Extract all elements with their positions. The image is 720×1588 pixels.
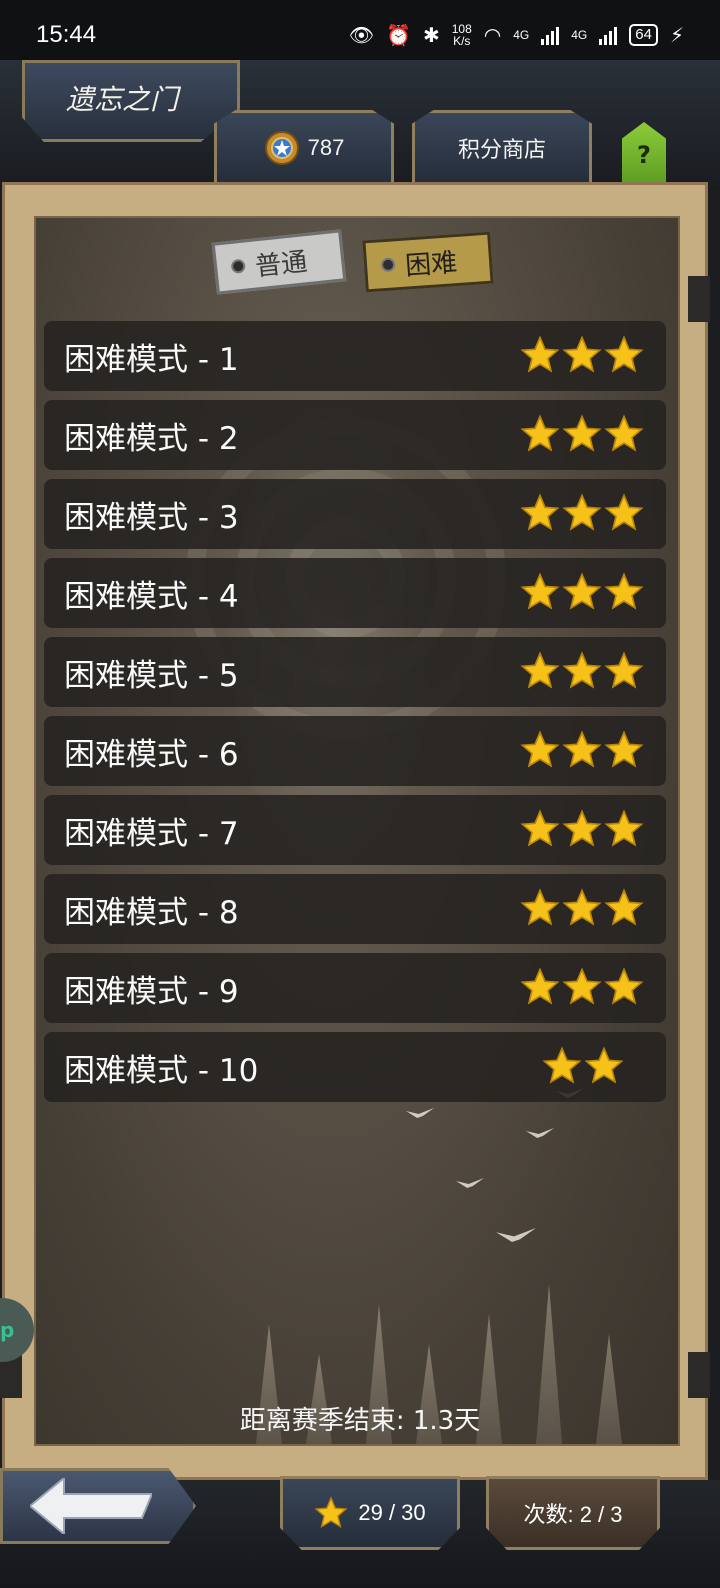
level-name: 困难模式 - 3 bbox=[64, 499, 239, 536]
bluetooth-icon: ✱ bbox=[422, 23, 440, 47]
level-name: 困难模式 - 8 bbox=[64, 894, 239, 931]
star-icon bbox=[604, 493, 644, 531]
network-speed-unit: K/s bbox=[453, 34, 471, 48]
star-icon bbox=[562, 572, 602, 610]
page-title: 遗忘之门 bbox=[66, 83, 179, 116]
season-countdown: 距离赛季结束: 1.3天 bbox=[239, 1406, 481, 1436]
bird bbox=[406, 1108, 434, 1118]
tab-hard-label: 困难 bbox=[404, 247, 459, 282]
level-name: 困难模式 - 9 bbox=[64, 973, 239, 1010]
level-name: 困难模式 - 7 bbox=[64, 815, 239, 852]
points-shop-label: 积分商店 bbox=[457, 137, 546, 162]
level-row[interactable]: 困难模式 - 9 bbox=[44, 953, 666, 1023]
level-row[interactable]: 困难模式 - 7 bbox=[44, 795, 666, 865]
network-speed: 108 K/s bbox=[452, 23, 472, 47]
medal-icon bbox=[264, 131, 299, 165]
star-icon bbox=[562, 414, 602, 452]
star-icon bbox=[604, 651, 644, 689]
level-row[interactable]: 困难模式 - 8 bbox=[44, 874, 666, 944]
level-name: 困难模式 - 2 bbox=[64, 420, 239, 457]
star-icon bbox=[314, 1496, 348, 1528]
points-value: 787 bbox=[307, 135, 345, 160]
star-icon bbox=[604, 414, 644, 452]
star-icon bbox=[562, 967, 602, 1005]
battery-icon: 64 bbox=[629, 24, 658, 46]
level-name: 困难模式 - 4 bbox=[64, 578, 239, 615]
star-icon bbox=[542, 1046, 582, 1084]
frame-notch bbox=[688, 1352, 710, 1398]
help-icon: ? bbox=[637, 141, 651, 169]
level-name: 困难模式 - 10 bbox=[64, 1052, 259, 1089]
star-icon bbox=[562, 730, 602, 768]
status-icons: 👁 ⏰ ✱ 108 K/s ◠ 4G 4G 64 ⚡ bbox=[349, 23, 684, 47]
level-row[interactable]: 困难模式 - 5 bbox=[44, 637, 666, 707]
star-icon bbox=[562, 493, 602, 531]
star-icon bbox=[520, 809, 560, 847]
bird bbox=[456, 1178, 484, 1188]
star-rating bbox=[520, 414, 644, 454]
attempts-display: 次数: 2 / 3 bbox=[486, 1476, 660, 1550]
star-icon bbox=[604, 572, 644, 610]
network-type-2: 4G bbox=[571, 28, 588, 42]
star-rating bbox=[520, 572, 644, 612]
star-total-display: 29 / 30 bbox=[280, 1476, 460, 1550]
eye-icon: 👁 bbox=[348, 23, 375, 47]
star-icon bbox=[604, 888, 644, 926]
star-icon bbox=[520, 414, 560, 452]
star-icon bbox=[562, 335, 602, 373]
bird bbox=[496, 1228, 536, 1242]
star-icon bbox=[562, 888, 602, 926]
star-rating bbox=[520, 730, 644, 770]
tab-normal-indicator bbox=[230, 258, 246, 274]
frame-notch bbox=[688, 276, 710, 322]
level-name: 困难模式 - 1 bbox=[64, 341, 239, 378]
level-row[interactable]: 困难模式 - 2 bbox=[44, 400, 666, 470]
star-icon bbox=[520, 335, 560, 373]
star-rating bbox=[520, 651, 644, 691]
star-icon bbox=[604, 335, 644, 373]
star-rating bbox=[520, 493, 644, 533]
bird bbox=[526, 1128, 554, 1138]
star-icon bbox=[520, 730, 560, 768]
level-row[interactable]: 困难模式 - 6 bbox=[44, 716, 666, 786]
status-time: 15:44 bbox=[36, 21, 97, 48]
level-row[interactable]: 困难模式 - 4 bbox=[44, 558, 666, 628]
tab-hard-indicator bbox=[380, 257, 396, 273]
star-icon bbox=[562, 809, 602, 847]
star-rating bbox=[520, 967, 644, 1007]
star-total-value: 29 / 30 bbox=[358, 1500, 426, 1525]
back-arrow-icon bbox=[30, 1478, 152, 1534]
star-icon bbox=[520, 572, 560, 610]
level-row[interactable]: 困难模式 - 1 bbox=[44, 321, 666, 391]
star-icon bbox=[520, 967, 560, 1005]
charging-icon: ⚡ bbox=[669, 23, 684, 47]
level-row[interactable]: 困难模式 - 3 bbox=[44, 479, 666, 549]
level-name: 困难模式 - 6 bbox=[64, 736, 239, 773]
wifi-icon: ◠ bbox=[483, 23, 502, 47]
side-floating-button-label: p bbox=[0, 1318, 15, 1342]
tab-hard[interactable]: 困难 bbox=[362, 231, 494, 293]
star-icon bbox=[520, 888, 560, 926]
star-icon bbox=[604, 730, 644, 768]
signal-icon bbox=[541, 25, 560, 45]
star-icon bbox=[604, 967, 644, 1005]
tab-normal-label: 普通 bbox=[253, 246, 309, 282]
star-icon bbox=[520, 651, 560, 689]
network-type-1: 4G bbox=[513, 28, 530, 42]
star-icon bbox=[520, 493, 560, 531]
points-shop-button[interactable]: 积分商店 bbox=[412, 110, 592, 186]
points-display: 787 bbox=[214, 110, 394, 186]
attempts-value: 次数: 2 / 3 bbox=[523, 1502, 623, 1527]
star-icon bbox=[584, 1046, 624, 1084]
level-row[interactable]: 困难模式 - 10 bbox=[44, 1032, 666, 1102]
alarm-icon: ⏰ bbox=[386, 23, 411, 47]
star-icon bbox=[562, 651, 602, 689]
star-icon bbox=[604, 809, 644, 847]
star-rating bbox=[520, 809, 644, 849]
star-rating bbox=[542, 1046, 624, 1086]
signal-icon-2 bbox=[599, 25, 618, 45]
level-name: 困难模式 - 5 bbox=[64, 657, 239, 694]
star-rating bbox=[520, 888, 644, 928]
star-rating bbox=[520, 335, 644, 375]
